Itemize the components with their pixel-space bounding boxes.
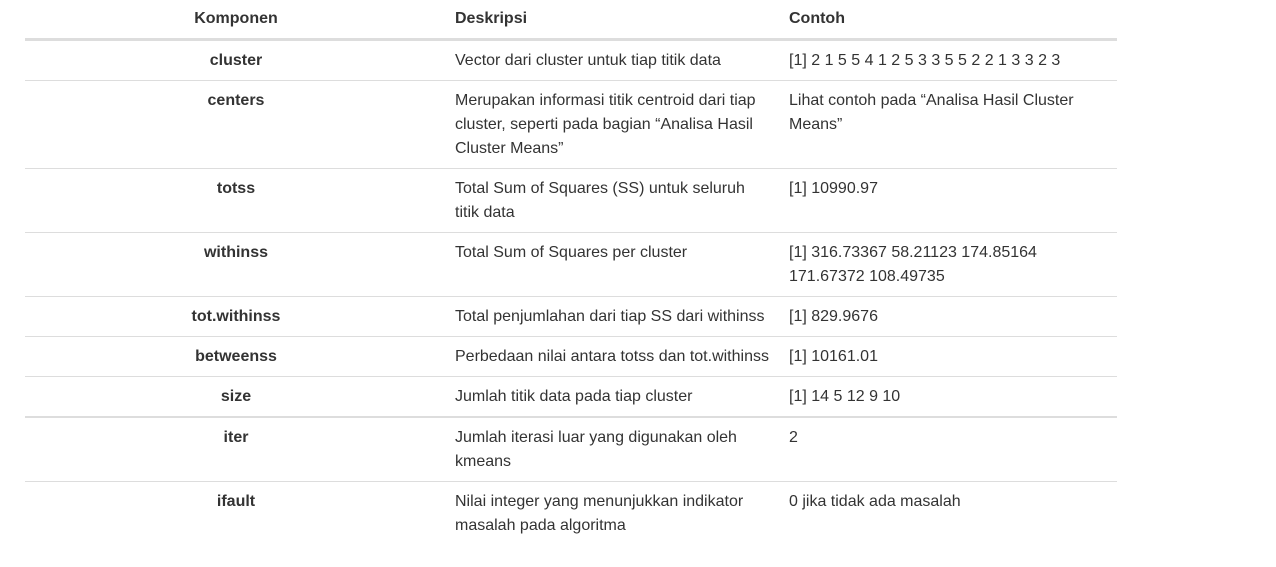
cell-komponen: cluster <box>209 52 263 69</box>
header-contoh: Contoh <box>781 0 1117 41</box>
table-row: cluster Vector dari cluster untuk tiap t… <box>25 40 1117 81</box>
cell-komponen: centers <box>25 80 447 169</box>
components-table: Komponen Deskripsi Contoh cluster Vector… <box>25 0 1117 545</box>
cell-komponen: iter <box>25 416 447 482</box>
table-row: size Jumlah titik data pada tiap cluster… <box>25 376 1117 417</box>
cell-contoh: [1] 2 1 5 5 4 1 2 5 3 3 5 5 2 2 1 3 3 2 … <box>789 52 1061 69</box>
cell-deskripsi: Total penjumlahan dari tiap SS dari with… <box>447 296 781 337</box>
cell-deskripsi: Jumlah titik data pada tiap cluster <box>447 376 781 417</box>
header-komponen: Komponen <box>25 0 447 41</box>
cell-contoh: [1] 10990.97 <box>781 168 1117 233</box>
cell-komponen: withinss <box>25 232 447 297</box>
cell-deskripsi: Total Sum of Squares per cluster <box>447 232 781 297</box>
cell-contoh: [1] 316.73367 58.21123 174.85164 171.673… <box>781 232 1117 297</box>
cell-komponen: betweenss <box>25 336 447 377</box>
cell-deskripsi: Vector dari cluster untuk tiap titik dat… <box>455 52 721 69</box>
table-row: centers Merupakan informasi titik centro… <box>25 80 1117 169</box>
table-row: iter Jumlah iterasi luar yang digunakan … <box>25 416 1117 482</box>
header-deskripsi: Deskripsi <box>447 0 781 41</box>
cell-komponen: tot.withinss <box>25 296 447 337</box>
cell-contoh: [1] 10161.01 <box>781 336 1117 377</box>
cell-contoh: [1] 829.9676 <box>781 296 1117 337</box>
cell-komponen: ifault <box>25 481 447 545</box>
table-row: withinss Total Sum of Squares per cluste… <box>25 232 1117 297</box>
table-row: totss Total Sum of Squares (SS) untuk se… <box>25 168 1117 233</box>
table-row: ifault Nilai integer yang menunjukkan in… <box>25 481 1117 545</box>
table-row: tot.withinss Total penjumlahan dari tiap… <box>25 296 1117 337</box>
cell-deskripsi: Total Sum of Squares (SS) untuk seluruh … <box>447 168 781 233</box>
cell-deskripsi: Perbedaan nilai antara totss dan tot.wit… <box>447 336 781 377</box>
components-table-container: Komponen Deskripsi Contoh cluster Vector… <box>25 0 1117 545</box>
cell-komponen: size <box>25 376 447 417</box>
cell-deskripsi: Nilai integer yang menunjukkan indikator… <box>447 481 781 545</box>
cell-deskripsi: Merupakan informasi titik centroid dari … <box>447 80 781 169</box>
cell-deskripsi: Jumlah iterasi luar yang digunakan oleh … <box>447 416 781 482</box>
cell-contoh: 2 <box>781 416 1117 482</box>
cell-contoh: Lihat contoh pada “Analisa Hasil Cluster… <box>781 80 1117 169</box>
table-header-row: Komponen Deskripsi Contoh <box>25 0 1117 41</box>
cell-komponen: totss <box>25 168 447 233</box>
cell-contoh: 0 jika tidak ada masalah <box>781 481 1117 545</box>
table-row: betweenss Perbedaan nilai antara totss d… <box>25 336 1117 377</box>
cell-contoh: [1] 14 5 12 9 10 <box>781 376 1117 417</box>
